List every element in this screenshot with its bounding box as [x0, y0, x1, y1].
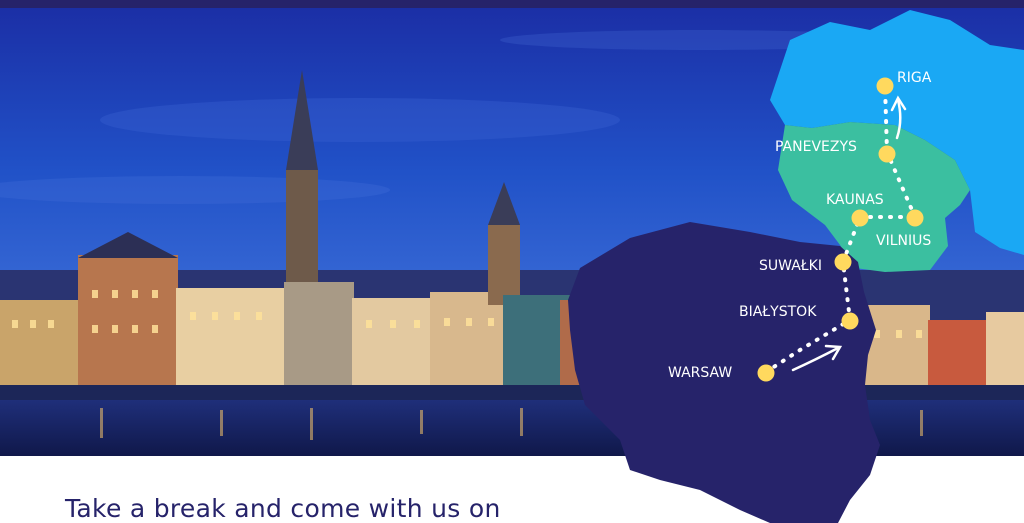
- marker-kaunas: [851, 209, 869, 227]
- label-riga: RIGA: [897, 70, 932, 86]
- label-vilnius: VILNIUS: [876, 233, 931, 249]
- marker-bialystok: [841, 312, 859, 330]
- label-warsaw: WARSAW: [668, 365, 732, 381]
- marker-panevezys: [878, 145, 896, 163]
- marker-vilnius: [906, 209, 924, 227]
- label-bialystok: BIAŁYSTOK: [739, 304, 817, 320]
- marker-riga: [876, 77, 894, 95]
- marker-suwalki: [834, 253, 852, 271]
- route-map: WARSAW BIAŁYSTOK SUWAŁKI KAUNAS VILNIUS …: [568, 10, 1024, 523]
- marker-warsaw: [757, 364, 775, 382]
- label-suwalki: SUWAŁKI: [759, 258, 822, 274]
- tagline-text: Take a break and come with us on: [65, 494, 501, 523]
- label-kaunas: KAUNAS: [826, 192, 884, 208]
- label-panevezys: PANEVEZYS: [775, 139, 857, 155]
